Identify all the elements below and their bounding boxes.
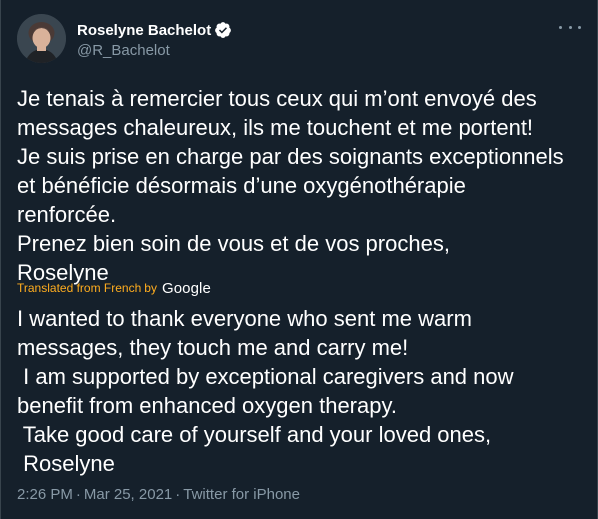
translation-credit[interactable]: Translated from French by Google xyxy=(17,278,211,298)
tweet-date: Mar 25, 2021 xyxy=(83,486,173,503)
avatar[interactable] xyxy=(17,14,66,63)
meta-separator: · xyxy=(175,486,181,503)
tweet-text-line: renforcée. xyxy=(17,202,117,227)
tweet-translated-text: I wanted to thank everyone who sent me w… xyxy=(17,304,583,478)
more-options-icon xyxy=(578,25,581,29)
tweet-source[interactable]: Twitter for iPhone xyxy=(183,486,300,503)
author-info: Roselyne Bachelot @R_Bachelot xyxy=(77,20,232,59)
google-logo: Google xyxy=(161,279,211,297)
translation-label: Translated from French xyxy=(17,281,142,295)
tweet-original-text: Je tenais à remercier tous ceux qui m’on… xyxy=(17,84,583,287)
more-options-icon xyxy=(568,25,572,29)
translated-text-line: I wanted to thank everyone who sent me w… xyxy=(17,306,472,331)
tweet-text-line: et bénéficie désormais d’une oxygénothér… xyxy=(17,173,466,198)
display-name[interactable]: Roselyne Bachelot xyxy=(77,22,211,39)
translation-by: by xyxy=(144,281,157,295)
tweet-time: 2:26 PM xyxy=(17,486,73,503)
meta-separator: · xyxy=(75,486,81,503)
translated-text-line: Take good care of yourself and your love… xyxy=(17,422,492,447)
more-options-button[interactable] xyxy=(559,20,581,34)
tweet-text-line: Je tenais à remercier tous ceux qui m’on… xyxy=(17,86,537,111)
verified-badge-icon xyxy=(215,22,232,38)
profile-photo-icon xyxy=(17,14,66,63)
translated-text-line: I am supported by exceptional caregivers… xyxy=(17,364,514,389)
display-name-row: Roselyne Bachelot xyxy=(77,20,232,40)
translated-text-line: messages, they touch me and carry me! xyxy=(17,335,409,360)
tweet-card: Roselyne Bachelot @R_Bachelot Je tenais … xyxy=(0,0,598,519)
author-handle[interactable]: @R_Bachelot xyxy=(77,42,232,59)
tweet-text-line: Je suis prise en charge par des soignant… xyxy=(17,144,564,169)
tweet-header: Roselyne Bachelot @R_Bachelot xyxy=(17,14,581,64)
translated-text-line: Roselyne xyxy=(17,451,115,476)
tweet-metadata: 2:26 PM · Mar 25, 2021 · Twitter for iPhone xyxy=(17,486,300,503)
tweet-text-line: messages chaleureux, ils me touchent et … xyxy=(17,115,534,140)
tweet-text-line: Prenez bien soin de vous et de vos proch… xyxy=(17,231,450,256)
more-options-icon xyxy=(559,25,562,29)
tweet-timestamp[interactable]: 2:26 PM · Mar 25, 2021 xyxy=(17,486,172,503)
translated-text-line: benefit from enhanced oxygen therapy. xyxy=(17,393,397,418)
